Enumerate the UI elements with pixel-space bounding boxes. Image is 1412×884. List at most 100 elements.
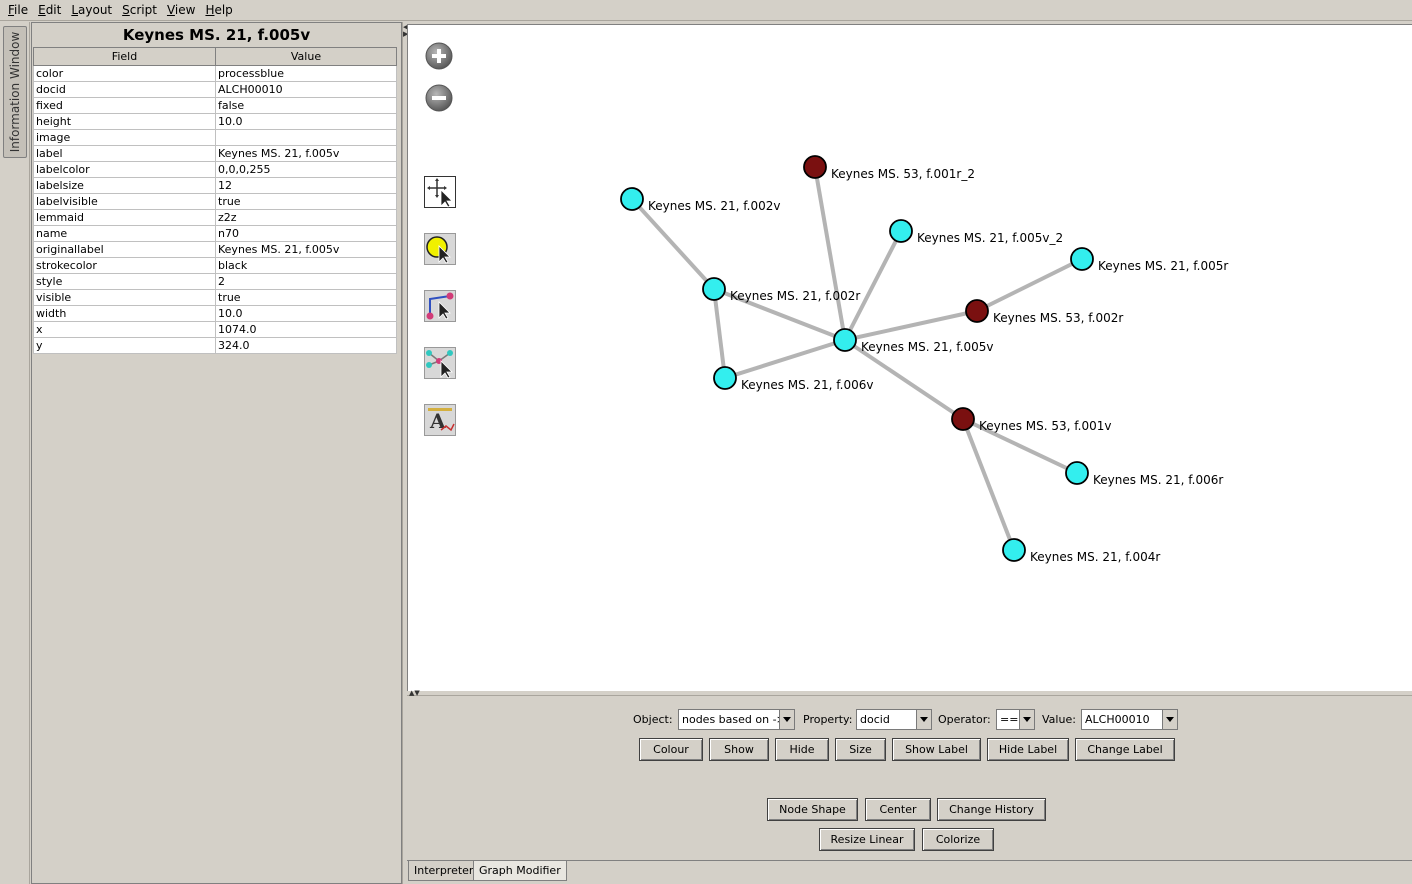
table-row[interactable]: lemmaid z2z bbox=[33, 209, 397, 226]
object-select[interactable]: nodes based on -> bbox=[678, 709, 795, 730]
center-button[interactable]: Center bbox=[865, 798, 931, 821]
property-field-cell[interactable]: visible bbox=[33, 289, 216, 306]
graph-select-icon[interactable] bbox=[424, 347, 456, 379]
property-select[interactable]: docid bbox=[856, 709, 932, 730]
property-value-cell[interactable]: 0,0,0,255 bbox=[215, 161, 397, 178]
chevron-down-icon[interactable] bbox=[779, 710, 794, 729]
property-value-cell[interactable]: 1074.0 bbox=[215, 321, 397, 338]
table-row[interactable]: label Keynes MS. 21, f.005v bbox=[33, 145, 397, 162]
property-field-cell[interactable]: strokecolor bbox=[33, 257, 216, 274]
colour-button[interactable]: Colour bbox=[639, 738, 703, 761]
property-value-cell[interactable]: Keynes MS. 21, f.005v bbox=[215, 145, 397, 162]
property-value-cell[interactable] bbox=[215, 129, 397, 146]
property-value-cell[interactable]: n70 bbox=[215, 225, 397, 242]
table-row[interactable]: x 1074.0 bbox=[33, 321, 397, 338]
graph-edge[interactable] bbox=[712, 288, 727, 379]
operator-select[interactable]: == bbox=[996, 709, 1035, 730]
table-row[interactable]: style 2 bbox=[33, 273, 397, 290]
property-field-cell[interactable]: originallabel bbox=[33, 241, 216, 258]
node-shape-button[interactable]: Node Shape bbox=[767, 798, 858, 821]
node-select-icon[interactable] bbox=[424, 233, 456, 265]
graph-node[interactable] bbox=[803, 155, 827, 179]
property-value-cell[interactable]: z2z bbox=[215, 209, 397, 226]
information-window-tab[interactable]: Information Window bbox=[3, 26, 27, 158]
graph-edge[interactable] bbox=[976, 257, 1083, 313]
menu-help[interactable]: Help bbox=[200, 3, 237, 17]
column-header-field[interactable]: Field bbox=[33, 47, 216, 66]
colorize-button[interactable]: Colorize bbox=[922, 828, 994, 851]
property-field-cell[interactable]: y bbox=[33, 337, 216, 354]
table-row[interactable]: labelcolor 0,0,0,255 bbox=[33, 161, 397, 178]
property-value-cell[interactable]: 2 bbox=[215, 273, 397, 290]
property-value-cell[interactable]: 10.0 bbox=[215, 305, 397, 322]
menu-script[interactable]: Script bbox=[117, 3, 162, 17]
size-button[interactable]: Size bbox=[835, 738, 886, 761]
property-field-cell[interactable]: x bbox=[33, 321, 216, 338]
graph-svg[interactable]: Keynes MS. 21, f.005v Keynes MS. 53, f.00… bbox=[408, 25, 1412, 691]
property-value-cell[interactable]: 10.0 bbox=[215, 113, 397, 130]
property-field-cell[interactable]: height bbox=[33, 113, 216, 130]
property-value-cell[interactable]: true bbox=[215, 289, 397, 306]
table-row[interactable]: originallabel Keynes MS. 21, f.005v bbox=[33, 241, 397, 258]
property-field-cell[interactable]: name bbox=[33, 225, 216, 242]
property-field-cell[interactable]: color bbox=[33, 65, 216, 82]
table-row[interactable]: docid ALCH00010 bbox=[33, 81, 397, 98]
table-row[interactable]: fixed false bbox=[33, 97, 397, 114]
property-value-cell[interactable]: true bbox=[215, 193, 397, 210]
graph-node[interactable] bbox=[1002, 538, 1026, 562]
property-value-cell[interactable]: ALCH00010 bbox=[215, 81, 397, 98]
move-select-icon[interactable] bbox=[424, 176, 456, 208]
change-label-button[interactable]: Change Label bbox=[1075, 738, 1175, 761]
tab-interpreter[interactable]: Interpreter bbox=[408, 861, 480, 881]
graph-node[interactable] bbox=[889, 219, 913, 243]
zoom-out-icon[interactable] bbox=[425, 83, 457, 115]
table-row[interactable]: labelvisible true bbox=[33, 193, 397, 210]
property-field-cell[interactable]: image bbox=[33, 129, 216, 146]
graph-edge[interactable] bbox=[724, 338, 846, 380]
show-button[interactable]: Show bbox=[709, 738, 769, 761]
hide-label-button[interactable]: Hide Label bbox=[987, 738, 1069, 761]
property-field-cell[interactable]: labelsize bbox=[33, 177, 216, 194]
graph-edge[interactable] bbox=[843, 230, 903, 341]
table-row[interactable]: labelsize 12 bbox=[33, 177, 397, 194]
column-header-value[interactable]: Value bbox=[215, 47, 397, 66]
table-row[interactable]: height 10.0 bbox=[33, 113, 397, 130]
graph-node[interactable] bbox=[1070, 247, 1094, 271]
text-label-icon[interactable]: A bbox=[424, 404, 456, 436]
table-row[interactable]: color processblue bbox=[33, 65, 397, 82]
value-select[interactable]: ALCH00010 bbox=[1081, 709, 1178, 730]
property-field-cell[interactable]: labelcolor bbox=[33, 161, 216, 178]
property-value-cell[interactable]: 324.0 bbox=[215, 337, 397, 354]
property-field-cell[interactable]: lemmaid bbox=[33, 209, 216, 226]
table-row[interactable]: width 10.0 bbox=[33, 305, 397, 322]
graph-node[interactable] bbox=[702, 277, 726, 301]
property-value-cell[interactable]: 12 bbox=[215, 177, 397, 194]
table-row[interactable]: y 324.0 bbox=[33, 337, 397, 354]
table-row[interactable]: visible true bbox=[33, 289, 397, 306]
property-value-cell[interactable]: black bbox=[215, 257, 397, 274]
menu-view[interactable]: View bbox=[162, 3, 200, 17]
property-field-cell[interactable]: fixed bbox=[33, 97, 216, 114]
property-value-cell[interactable]: Keynes MS. 21, f.005v bbox=[215, 241, 397, 258]
edge-create-icon[interactable] bbox=[424, 290, 456, 322]
graph-edge[interactable] bbox=[813, 166, 847, 341]
graph-node[interactable] bbox=[620, 187, 644, 211]
chevron-down-icon[interactable] bbox=[916, 710, 931, 729]
property-field-cell[interactable]: label bbox=[33, 145, 216, 162]
property-value-cell[interactable]: false bbox=[215, 97, 397, 114]
zoom-in-icon[interactable] bbox=[425, 41, 457, 73]
property-field-cell[interactable]: style bbox=[33, 273, 216, 290]
table-row[interactable]: strokecolor black bbox=[33, 257, 397, 274]
graph-canvas[interactable]: Keynes MS. 21, f.005v Keynes MS. 53, f.00… bbox=[407, 24, 1412, 691]
property-field-cell[interactable]: docid bbox=[33, 81, 216, 98]
table-row[interactable]: name n70 bbox=[33, 225, 397, 242]
chevron-down-icon[interactable] bbox=[1019, 710, 1034, 729]
graph-node[interactable] bbox=[713, 366, 737, 390]
graph-node[interactable] bbox=[1065, 461, 1089, 485]
resize-linear-button[interactable]: Resize Linear bbox=[819, 828, 915, 851]
menu-file[interactable]: File bbox=[3, 3, 33, 17]
property-field-cell[interactable]: width bbox=[33, 305, 216, 322]
menu-layout[interactable]: Layout bbox=[66, 3, 117, 17]
graph-node[interactable] bbox=[965, 299, 989, 323]
chevron-down-icon[interactable] bbox=[1162, 710, 1177, 729]
